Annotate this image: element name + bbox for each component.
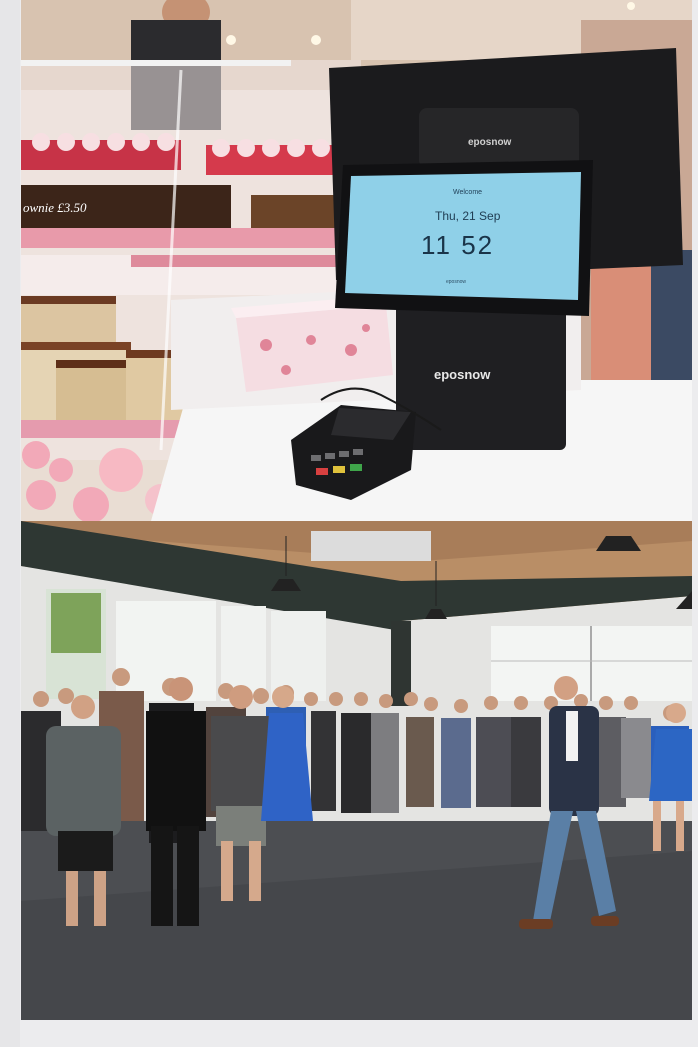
screen-footer-brand: eposnow	[446, 279, 466, 285]
brand-logo-stand: eposnow	[434, 367, 491, 382]
screen-greeting: Welcome	[453, 189, 482, 196]
screen-date: Thu, 21 Sep	[435, 209, 501, 223]
cake-sign: ownie £3.50	[23, 200, 87, 215]
page-margin	[0, 0, 20, 1047]
brand-logo-upper: eposnow	[468, 137, 512, 148]
team-meeting-photo	[21, 521, 692, 1020]
team-meeting-scene	[21, 521, 692, 1020]
screen-time: 11 52	[421, 230, 494, 260]
page-bottom-margin	[21, 1020, 692, 1047]
pos-bakery-photo: ownie £3.50 eposnow eposnow Welcome Thu,…	[21, 0, 692, 521]
pos-bakery-scene: ownie £3.50 eposnow eposnow Welcome Thu,…	[21, 0, 692, 521]
